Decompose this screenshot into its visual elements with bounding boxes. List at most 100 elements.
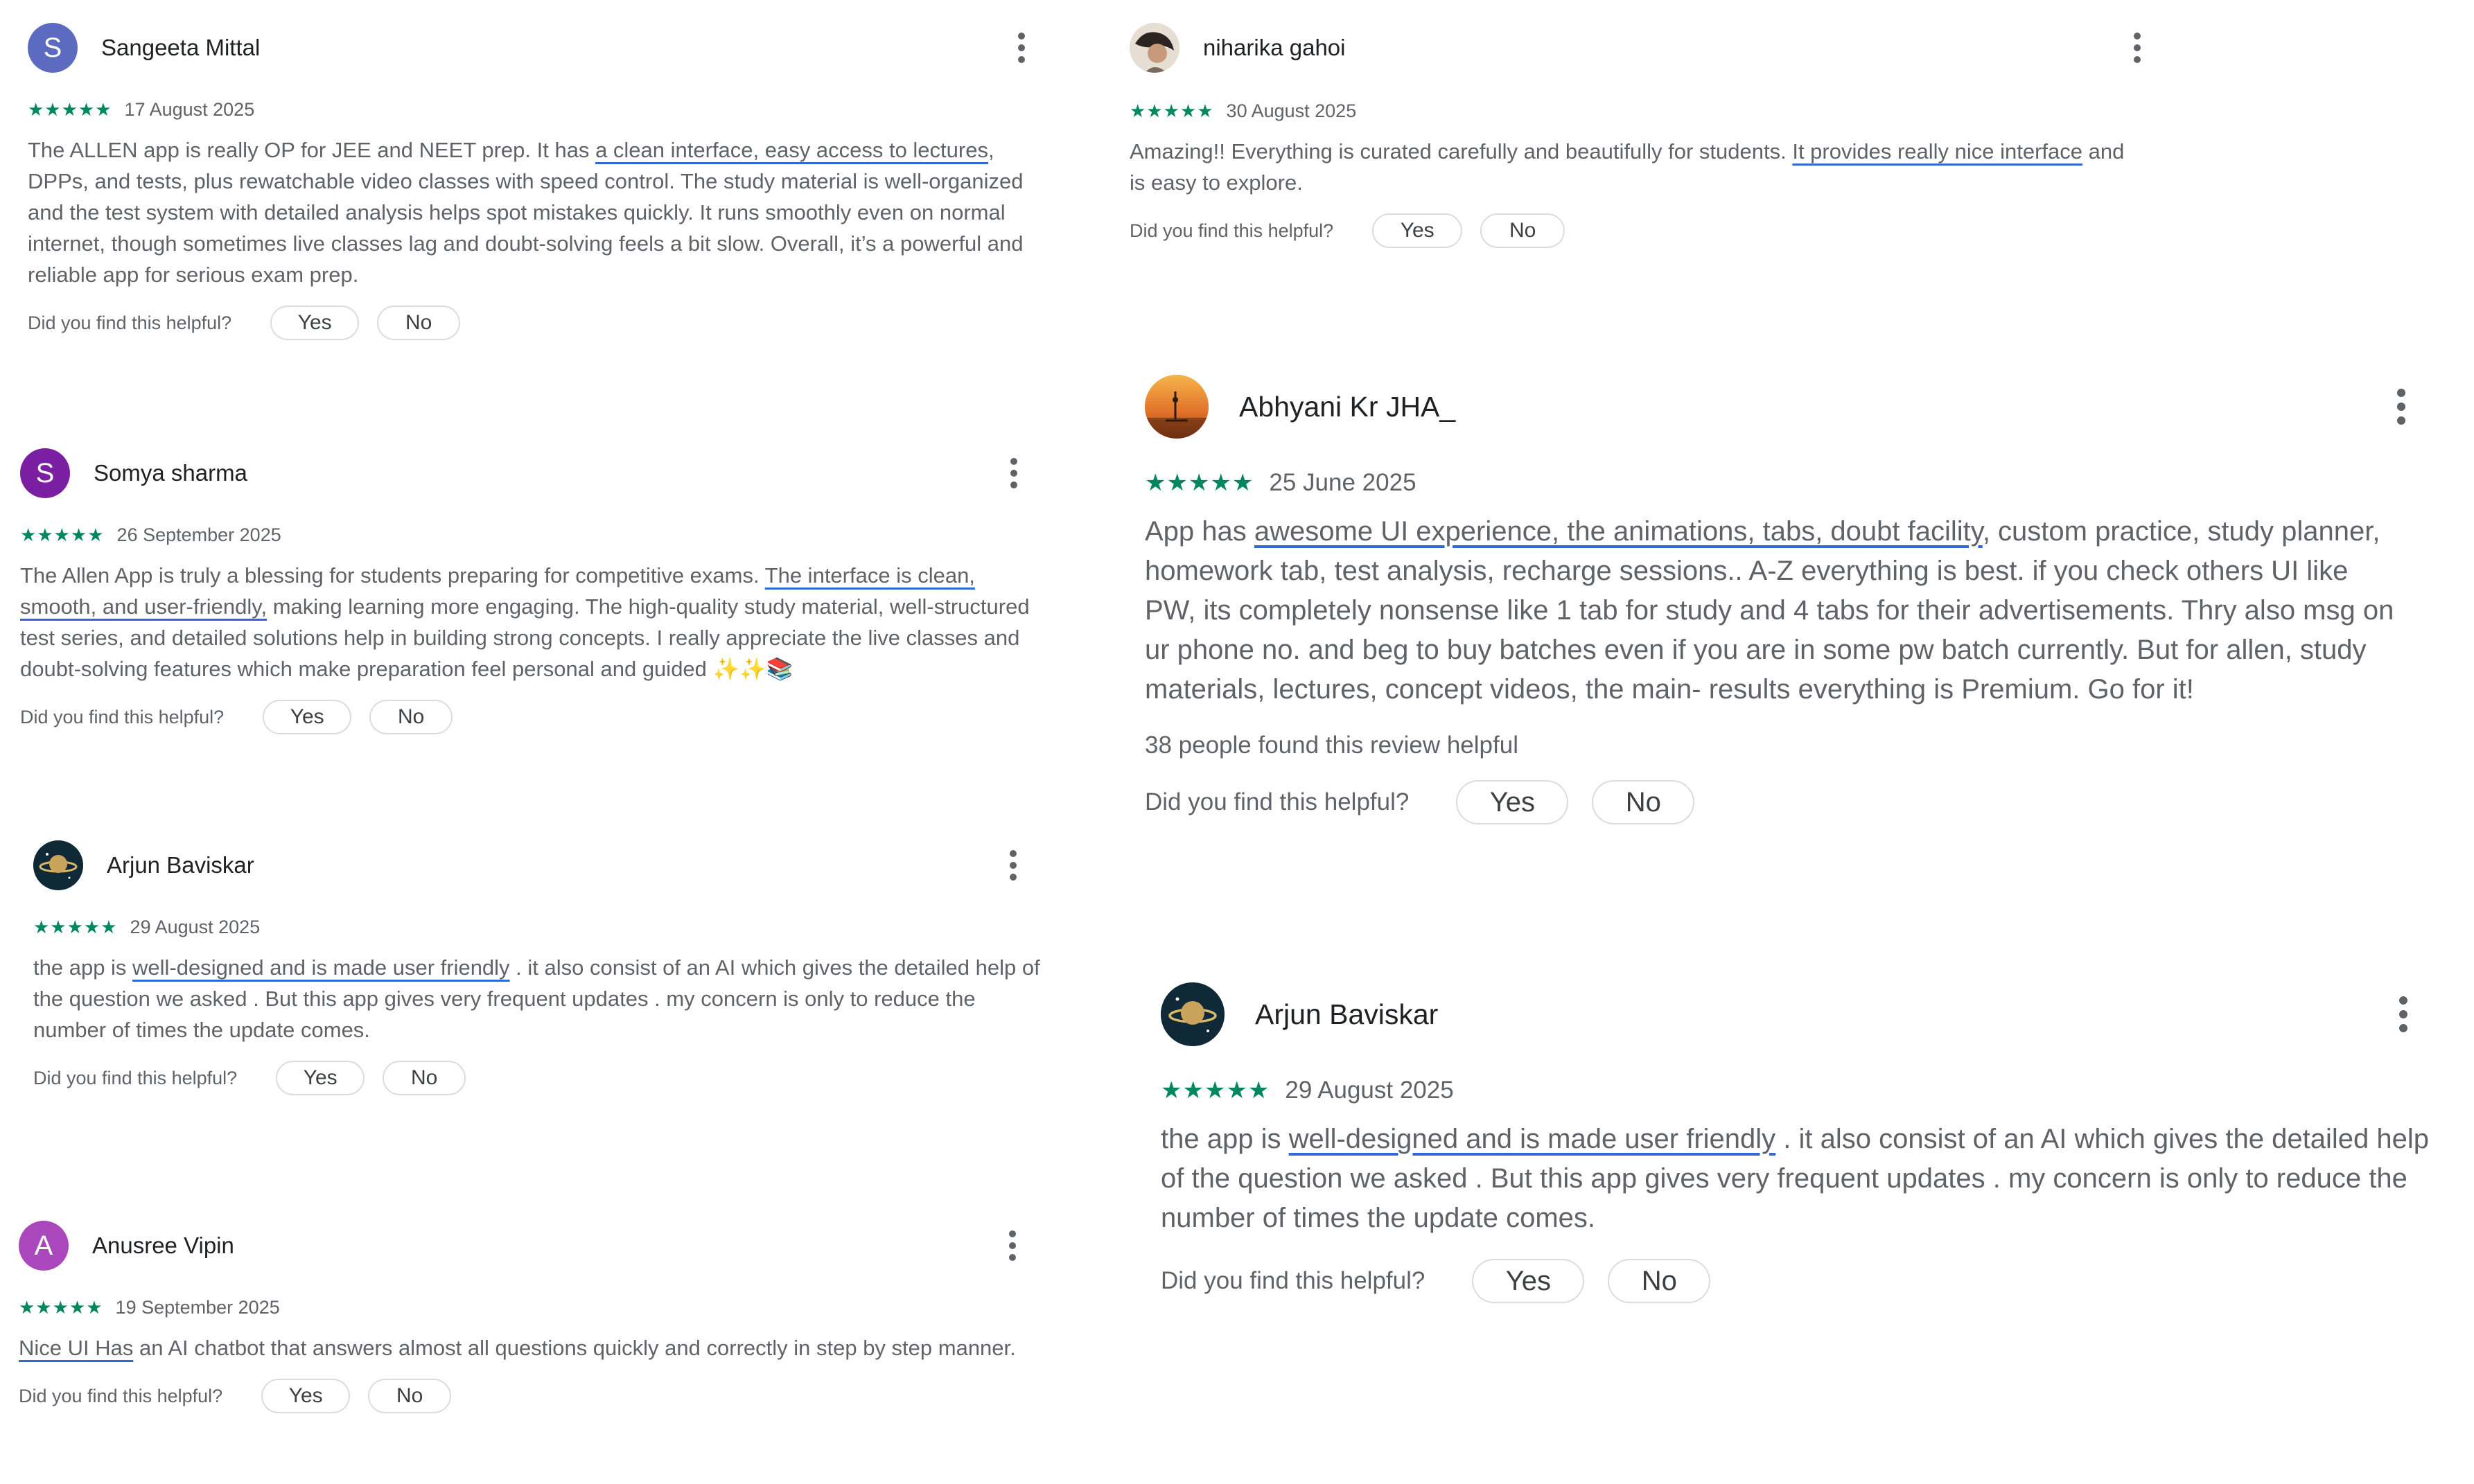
review-author: Anusree Vipin — [92, 1233, 234, 1258]
review-date: 25 June 2025 — [1269, 469, 1416, 496]
review-date: 17 August 2025 — [124, 99, 255, 120]
no-button[interactable]: No — [368, 1379, 452, 1413]
review-meta: ★★★★★ 25 June 2025 — [1145, 469, 2406, 497]
review-text-highlight: well-designed and is made user friendly — [132, 955, 510, 980]
avatar — [33, 840, 83, 890]
review-header: Abhyani Kr JHA_ — [1145, 375, 2406, 439]
no-button[interactable]: No — [383, 1061, 466, 1095]
review-date: 26 September 2025 — [116, 524, 281, 545]
more-options-icon[interactable] — [1008, 1230, 1017, 1261]
review-meta: ★★★★★ 26 September 2025 — [20, 524, 1018, 546]
star-rating: ★★★★★ — [28, 99, 112, 120]
review-text: The Allen App is truly a blessing for st… — [20, 560, 1046, 684]
more-options-icon[interactable] — [2133, 33, 2141, 63]
more-options-icon[interactable] — [2396, 389, 2406, 425]
helpful-row: Did you find this helpful? Yes No — [1130, 213, 2141, 248]
star-rating: ★★★★★ — [19, 1297, 103, 1318]
sunset-avatar-icon — [1145, 375, 1209, 439]
more-options-icon[interactable] — [1009, 850, 1017, 881]
planet-avatar-icon — [33, 840, 83, 890]
avatar — [1145, 375, 1209, 439]
review-author: niharika gahoi — [1203, 35, 1346, 60]
review-card: Abhyani Kr JHA_ ★★★★★ 25 June 2025 App h… — [1145, 375, 2406, 824]
planet-avatar-icon — [1161, 982, 1225, 1046]
helpful-prompt: Did you find this helpful? — [28, 312, 232, 333]
review-card: A Anusree Vipin ★★★★★ 19 September 2025 … — [19, 1221, 1017, 1413]
review-date: 30 August 2025 — [1226, 100, 1357, 121]
review-header: Arjun Baviskar — [1161, 982, 2408, 1046]
star-rating: ★★★★★ — [20, 524, 105, 545]
review-author: Arjun Baviskar — [107, 852, 254, 878]
review-card: Arjun Baviskar ★★★★★ 29 August 2025 the … — [33, 840, 1040, 1095]
no-button[interactable]: No — [1608, 1259, 1711, 1303]
more-options-icon[interactable] — [2398, 996, 2408, 1032]
review-author: Somya sharma — [94, 460, 247, 486]
avatar-letter: A — [34, 1230, 53, 1261]
review-text-highlight: a clean interface, easy access to lectur… — [595, 138, 988, 162]
helpful-row: Did you find this helpful? Yes No — [28, 306, 1026, 340]
review-meta: ★★★★★ 19 September 2025 — [19, 1297, 1017, 1318]
more-options-icon[interactable] — [1010, 458, 1018, 488]
review-text: the app is well-designed and is made use… — [1161, 1120, 2450, 1238]
helpful-row: Did you find this helpful? Yes No — [33, 1061, 1017, 1095]
avatar-letter: S — [35, 457, 55, 488]
helpful-row: Did you find this helpful? Yes No — [1161, 1259, 2408, 1303]
star-rating: ★★★★★ — [33, 917, 118, 937]
review-text-before: The Allen App is truly a blessing for st… — [20, 563, 765, 588]
review-date: 19 September 2025 — [115, 1297, 280, 1318]
review-text: Amazing!! Everything is curated carefull… — [1130, 136, 2141, 198]
review-meta: ★★★★★ 30 August 2025 — [1130, 100, 2141, 122]
helpful-row: Did you find this helpful? Yes No — [1145, 780, 2406, 824]
review-meta: ★★★★★ 29 August 2025 — [1161, 1077, 2408, 1104]
no-button[interactable]: No — [1480, 213, 1565, 248]
star-rating: ★★★★★ — [1145, 470, 1254, 496]
more-options-icon[interactable] — [1017, 33, 1026, 63]
yes-button[interactable]: Yes — [276, 1061, 365, 1095]
no-button[interactable]: No — [377, 306, 461, 340]
avatar: S — [28, 23, 78, 73]
review-header: S Sangeeta Mittal — [28, 23, 1026, 73]
review-meta: ★★★★★ 29 August 2025 — [33, 917, 1017, 938]
no-button[interactable]: No — [369, 700, 453, 734]
review-author: Abhyani Kr JHA_ — [1239, 390, 1456, 423]
review-text-after: an AI chatbot that answers almost all qu… — [133, 1336, 1016, 1360]
review-card: niharika gahoi ★★★★★ 30 August 2025 Amaz… — [1130, 23, 2141, 248]
helpful-prompt: Did you find this helpful? — [1145, 788, 1410, 815]
review-text-before: the app is — [1161, 1124, 1289, 1154]
review-date: 29 August 2025 — [1285, 1077, 1454, 1104]
helpful-row: Did you find this helpful? Yes No — [20, 700, 1018, 734]
review-author: Sangeeta Mittal — [101, 35, 261, 60]
yes-button[interactable]: Yes — [263, 700, 352, 734]
star-rating: ★★★★★ — [1130, 100, 1214, 121]
avatar: S — [20, 448, 70, 498]
yes-button[interactable]: Yes — [1372, 213, 1463, 248]
review-text-before: The ALLEN app is really OP for JEE and N… — [28, 138, 596, 162]
helpful-prompt: Did you find this helpful? — [20, 706, 225, 727]
review-header: S Somya sharma — [20, 448, 1018, 498]
helpful-row: Did you find this helpful? Yes No — [19, 1379, 1017, 1413]
star-rating: ★★★★★ — [1161, 1077, 1270, 1104]
yes-button[interactable]: Yes — [1472, 1259, 1585, 1303]
review-text-highlight: It provides really nice interface — [1792, 139, 2083, 164]
review-meta: ★★★★★ 17 August 2025 — [28, 99, 1026, 121]
review-header: A Anusree Vipin — [19, 1221, 1017, 1271]
yes-button[interactable]: Yes — [1456, 780, 1569, 824]
review-text-before: App has — [1145, 516, 1254, 547]
review-author: Arjun Baviskar — [1255, 998, 1439, 1030]
no-button[interactable]: No — [1592, 780, 1695, 824]
yes-button[interactable]: Yes — [261, 1379, 351, 1413]
photo-avatar-icon — [1130, 23, 1179, 73]
review-text-before: the app is — [33, 955, 133, 980]
helpful-prompt: Did you find this helpful? — [19, 1385, 223, 1406]
review-text-before: Amazing!! Everything is curated carefull… — [1130, 139, 1793, 164]
helpful-count: 38 people found this review helpful — [1145, 732, 1518, 759]
review-text-highlight: Nice UI Has — [19, 1336, 134, 1360]
yes-button[interactable]: Yes — [270, 306, 360, 340]
review-card: S Sangeeta Mittal ★★★★★ 17 August 2025 T… — [28, 23, 1026, 340]
review-date: 29 August 2025 — [130, 917, 261, 937]
helpful-prompt: Did you find this helpful? — [33, 1067, 238, 1088]
review-card: S Somya sharma ★★★★★ 26 September 2025 T… — [20, 448, 1030, 734]
review-text: App has awesome UI experience, the anima… — [1145, 512, 2406, 709]
helpful-prompt: Did you find this helpful? — [1130, 220, 1334, 241]
review-header: niharika gahoi — [1130, 23, 2141, 73]
